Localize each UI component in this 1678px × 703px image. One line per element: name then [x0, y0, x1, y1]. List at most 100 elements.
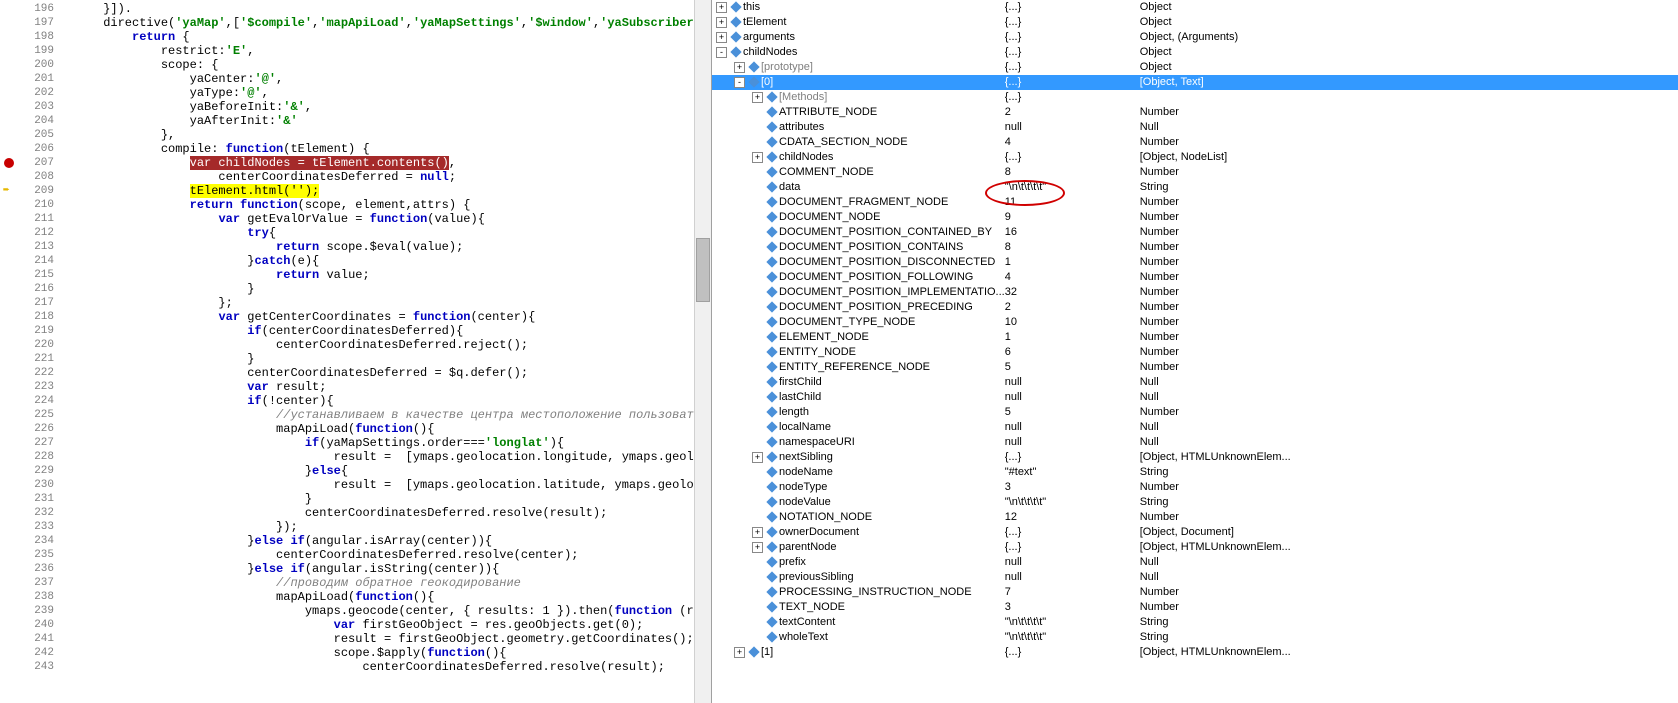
- code-line[interactable]: if(yaMapSettings.order==='longlat'){: [60, 436, 694, 450]
- expand-icon[interactable]: +: [752, 452, 763, 463]
- watch-tree[interactable]: +this{...}Object+tElement{...}Object+arg…: [712, 0, 1678, 660]
- scrollbar-thumb[interactable]: [696, 238, 710, 302]
- watch-row[interactable]: +arguments{...}Object, (Arguments): [712, 30, 1678, 45]
- watch-row[interactable]: DOCUMENT_POSITION_DISCONNECTED1Number: [712, 255, 1678, 270]
- watch-name-cell[interactable]: DOCUMENT_POSITION_DISCONNECTED: [712, 255, 1005, 270]
- watch-row[interactable]: +nextSibling{...}[Object, HTMLUnknownEle…: [712, 450, 1678, 465]
- watch-row[interactable]: lastChildnullNull: [712, 390, 1678, 405]
- code-line[interactable]: centerCoordinatesDeferred.resolve(result…: [60, 660, 694, 674]
- watch-row[interactable]: ELEMENT_NODE1Number: [712, 330, 1678, 345]
- watch-row[interactable]: COMMENT_NODE8Number: [712, 165, 1678, 180]
- watch-row[interactable]: nodeType3Number: [712, 480, 1678, 495]
- watch-row[interactable]: PROCESSING_INSTRUCTION_NODE7Number: [712, 585, 1678, 600]
- watch-name-cell[interactable]: -childNodes: [712, 45, 1005, 60]
- watch-name-cell[interactable]: +tElement: [712, 15, 1005, 30]
- expand-icon[interactable]: +: [716, 2, 727, 13]
- collapse-icon[interactable]: -: [716, 47, 727, 58]
- code-line[interactable]: centerCoordinatesDeferred = null;: [60, 170, 694, 184]
- code-line[interactable]: try{: [60, 226, 694, 240]
- watch-row[interactable]: +this{...}Object: [712, 0, 1678, 15]
- watch-name-cell[interactable]: firstChild: [712, 375, 1005, 390]
- watch-row[interactable]: data"\n\t\t\t\t"String: [712, 180, 1678, 195]
- code-line[interactable]: return {: [60, 30, 694, 44]
- watch-row[interactable]: nodeName"#text"String: [712, 465, 1678, 480]
- code-line[interactable]: mapApiLoad(function(){: [60, 422, 694, 436]
- code-line[interactable]: scope: {: [60, 58, 694, 72]
- code-line[interactable]: result = firstGeoObject.geometry.getCoor…: [60, 632, 694, 646]
- watch-name-cell[interactable]: +parentNode: [712, 540, 1005, 555]
- watch-row[interactable]: NOTATION_NODE12Number: [712, 510, 1678, 525]
- watch-row[interactable]: DOCUMENT_NODE9Number: [712, 210, 1678, 225]
- watch-name-cell[interactable]: nodeValue: [712, 495, 1005, 510]
- watch-row[interactable]: -childNodes{...}Object: [712, 45, 1678, 60]
- watch-name-cell[interactable]: DOCUMENT_POSITION_IMPLEMENTATIO...: [712, 285, 1005, 300]
- watch-row[interactable]: +parentNode{...}[Object, HTMLUnknownElem…: [712, 540, 1678, 555]
- expand-icon[interactable]: +: [734, 647, 745, 658]
- watch-name-cell[interactable]: +[prototype]: [712, 60, 1005, 75]
- code-line[interactable]: result = [ymaps.geolocation.longitude, y…: [60, 450, 694, 464]
- code-line[interactable]: centerCoordinatesDeferred = $q.defer();: [60, 366, 694, 380]
- expand-icon[interactable]: +: [752, 542, 763, 553]
- watch-name-cell[interactable]: +[Methods]: [712, 90, 1005, 105]
- watch-row[interactable]: DOCUMENT_POSITION_CONTAINED_BY16Number: [712, 225, 1678, 240]
- code-line[interactable]: var firstGeoObject = res.geoObjects.get(…: [60, 618, 694, 632]
- watch-row[interactable]: DOCUMENT_POSITION_IMPLEMENTATIO...32Numb…: [712, 285, 1678, 300]
- watch-name-cell[interactable]: nodeType: [712, 480, 1005, 495]
- watch-row[interactable]: previousSiblingnullNull: [712, 570, 1678, 585]
- code-line[interactable]: }catch(e){: [60, 254, 694, 268]
- code-line[interactable]: mapApiLoad(function(){: [60, 590, 694, 604]
- watch-row[interactable]: textContent"\n\t\t\t\t"String: [712, 615, 1678, 630]
- watch-name-cell[interactable]: COMMENT_NODE: [712, 165, 1005, 180]
- watch-name-cell[interactable]: TEXT_NODE: [712, 600, 1005, 615]
- watch-name-cell[interactable]: attributes: [712, 120, 1005, 135]
- watch-row[interactable]: TEXT_NODE3Number: [712, 600, 1678, 615]
- code-line[interactable]: restrict:'E',: [60, 44, 694, 58]
- watch-name-cell[interactable]: PROCESSING_INSTRUCTION_NODE: [712, 585, 1005, 600]
- code-line[interactable]: }else if(angular.isString(center)){: [60, 562, 694, 576]
- code-line[interactable]: var getCenterCoordinates = function(cent…: [60, 310, 694, 324]
- breakpoint-icon[interactable]: [4, 158, 14, 168]
- watch-row[interactable]: +[prototype]{...}Object: [712, 60, 1678, 75]
- code-line[interactable]: yaAfterInit:'&': [60, 114, 694, 128]
- code-line[interactable]: });: [60, 520, 694, 534]
- code-line[interactable]: }: [60, 352, 694, 366]
- watch-name-cell[interactable]: lastChild: [712, 390, 1005, 405]
- watch-name-cell[interactable]: CDATA_SECTION_NODE: [712, 135, 1005, 150]
- expand-icon[interactable]: +: [752, 527, 763, 538]
- watch-row[interactable]: DOCUMENT_POSITION_CONTAINS8Number: [712, 240, 1678, 255]
- watch-row[interactable]: DOCUMENT_FRAGMENT_NODE11Number: [712, 195, 1678, 210]
- watch-name-cell[interactable]: +[1]: [712, 645, 1005, 660]
- watch-name-cell[interactable]: DOCUMENT_POSITION_CONTAINED_BY: [712, 225, 1005, 240]
- watch-name-cell[interactable]: prefix: [712, 555, 1005, 570]
- watch-row[interactable]: ENTITY_REFERENCE_NODE5Number: [712, 360, 1678, 375]
- watch-row[interactable]: DOCUMENT_POSITION_PRECEDING2Number: [712, 300, 1678, 315]
- watch-row[interactable]: CDATA_SECTION_NODE4Number: [712, 135, 1678, 150]
- code-line[interactable]: //проводим обратное геокодирование: [60, 576, 694, 590]
- watch-row[interactable]: wholeText"\n\t\t\t\t"String: [712, 630, 1678, 645]
- code-line[interactable]: result = [ymaps.geolocation.latitude, ym…: [60, 478, 694, 492]
- code-area[interactable]: }]). directive('yaMap',['$compile','mapA…: [60, 0, 694, 703]
- code-line[interactable]: var childNodes = tElement.contents(),: [60, 156, 694, 170]
- expand-icon[interactable]: +: [716, 32, 727, 43]
- watch-name-cell[interactable]: DOCUMENT_NODE: [712, 210, 1005, 225]
- code-line[interactable]: }else{: [60, 464, 694, 478]
- watch-row[interactable]: attributesnullNull: [712, 120, 1678, 135]
- watch-name-cell[interactable]: +this: [712, 0, 1005, 15]
- code-line[interactable]: yaType:'@',: [60, 86, 694, 100]
- watch-row[interactable]: -[0]{...}[Object, Text]: [712, 75, 1678, 90]
- code-line[interactable]: return scope.$eval(value);: [60, 240, 694, 254]
- code-line[interactable]: ymaps.geocode(center, { results: 1 }).th…: [60, 604, 694, 618]
- code-line[interactable]: yaBeforeInit:'&',: [60, 100, 694, 114]
- watch-name-cell[interactable]: +nextSibling: [712, 450, 1005, 465]
- watch-name-cell[interactable]: NOTATION_NODE: [712, 510, 1005, 525]
- expand-icon[interactable]: +: [734, 62, 745, 73]
- watch-name-cell[interactable]: ATTRIBUTE_NODE: [712, 105, 1005, 120]
- watch-row[interactable]: prefixnullNull: [712, 555, 1678, 570]
- code-line[interactable]: if(centerCoordinatesDeferred){: [60, 324, 694, 338]
- expand-icon[interactable]: +: [716, 17, 727, 28]
- code-line[interactable]: if(!center){: [60, 394, 694, 408]
- watch-name-cell[interactable]: previousSibling: [712, 570, 1005, 585]
- code-line[interactable]: }: [60, 492, 694, 506]
- watch-row[interactable]: +ownerDocument{...}[Object, Document]: [712, 525, 1678, 540]
- watch-row[interactable]: +[1]{...}[Object, HTMLUnknownElem...: [712, 645, 1678, 660]
